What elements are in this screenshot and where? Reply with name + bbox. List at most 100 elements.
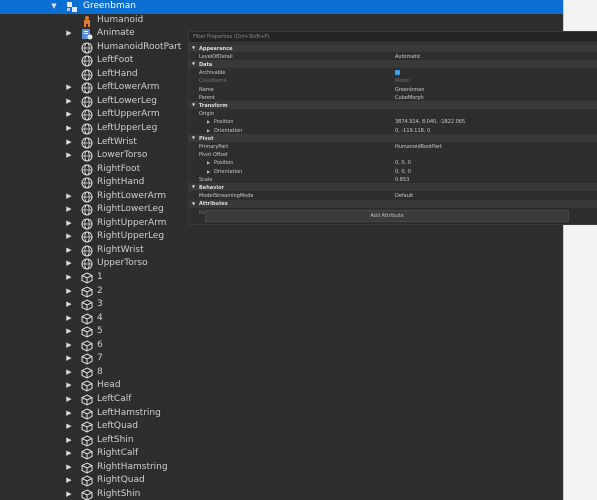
property-row[interactable]: ▶ Orientation 0, 0, 0 <box>189 167 597 175</box>
expand-arrow-icon[interactable]: ▶ <box>64 447 74 461</box>
property-value[interactable]: Model <box>395 78 410 84</box>
expand-arrow-icon[interactable]: ▶ <box>64 285 74 299</box>
explorer-item[interactable]: ▶ UpperTorso <box>0 257 563 271</box>
explorer-item[interactable]: ▶ 3 <box>0 298 563 312</box>
explorer-item[interactable]: ▶ LeftQuad <box>0 420 563 434</box>
expand-arrow-icon[interactable]: ▶ <box>64 271 74 285</box>
property-row[interactable]: Origin <box>189 110 597 118</box>
meshpart-icon <box>81 55 93 67</box>
collapse-caret-icon[interactable]: ▼ <box>192 201 195 206</box>
expand-caret-icon[interactable]: ▶ <box>207 169 210 174</box>
expand-arrow-icon[interactable]: ▶ <box>64 298 74 312</box>
expand-arrow-icon[interactable]: ▶ <box>64 325 74 339</box>
explorer-item[interactable]: ▶ 1 <box>0 271 563 285</box>
explorer-item[interactable]: Humanoid <box>0 14 563 28</box>
explorer-item[interactable]: ▶ RightCalf <box>0 447 563 461</box>
explorer-item[interactable]: ▶ 8 <box>0 366 563 380</box>
expand-arrow-icon[interactable]: ▶ <box>64 27 74 41</box>
expand-arrow-icon[interactable]: ▶ <box>64 488 74 500</box>
expand-caret-icon[interactable]: ▶ <box>207 119 210 124</box>
property-value[interactable]: 0, 0, 0 <box>395 169 411 175</box>
explorer-item[interactable]: ▶ RightWrist <box>0 244 563 258</box>
expand-arrow-icon[interactable]: ▶ <box>64 312 74 326</box>
property-row[interactable]: Pivot Offset <box>189 151 597 159</box>
expand-arrow-icon[interactable]: ▶ <box>64 352 74 366</box>
expand-arrow-icon[interactable]: ▶ <box>64 434 74 448</box>
expand-arrow-icon[interactable]: ▶ <box>64 149 74 163</box>
explorer-item[interactable]: ▶ 5 <box>0 325 563 339</box>
meshpart-icon <box>81 231 93 243</box>
expand-arrow-icon[interactable]: ▶ <box>64 190 74 204</box>
add-attribute-button[interactable]: Add Attribute <box>205 210 569 222</box>
property-value[interactable]: 0, -119.118, 0 <box>395 128 430 134</box>
explorer-root-row[interactable]: ▼ Greenbman <box>0 0 563 14</box>
property-row[interactable]: ▶ Position 3874.914, 8.040, -1822.065 <box>189 118 597 126</box>
property-row[interactable]: Parent CubeMorph <box>189 93 597 101</box>
explorer-item[interactable]: ▶ 2 <box>0 285 563 299</box>
property-row[interactable]: ▶ Orientation 0, -119.118, 0 <box>189 126 597 134</box>
explorer-item[interactable]: ▶ LeftCalf <box>0 393 563 407</box>
expand-arrow-icon[interactable]: ▶ <box>64 108 74 122</box>
property-value[interactable]: HumanoidRootPart <box>395 144 442 150</box>
expand-arrow-icon[interactable]: ▶ <box>64 257 74 271</box>
archivable-checkbox[interactable] <box>395 70 400 76</box>
property-row[interactable]: ClassName Model <box>189 77 597 85</box>
expand-arrow-icon[interactable]: ▶ <box>64 339 74 353</box>
property-value[interactable]: 0, 0, 0 <box>395 160 411 166</box>
property-row[interactable]: ▶ Position 0, 0, 0 <box>189 159 597 167</box>
explorer-item[interactable]: ▶ Head <box>0 379 563 393</box>
expand-arrow-icon[interactable]: ▶ <box>64 393 74 407</box>
explorer-item[interactable]: ▶ 6 <box>0 339 563 353</box>
property-row[interactable]: Name Greenbman <box>189 85 597 93</box>
property-value[interactable]: Default <box>395 193 413 199</box>
property-value[interactable]: 0.853 <box>395 177 409 183</box>
explorer-item[interactable]: ▶ LeftHamstring <box>0 407 563 421</box>
property-row[interactable]: LevelOfDetail Automatic <box>189 52 597 60</box>
explorer-item[interactable]: ▶ 7 <box>0 352 563 366</box>
properties-section-header[interactable]: ▼ Behavior <box>189 183 597 192</box>
explorer-item[interactable]: ▶ LeftShin <box>0 434 563 448</box>
expand-arrow-icon[interactable]: ▶ <box>64 379 74 393</box>
property-value[interactable]: 3874.914, 8.040, -1822.065 <box>395 119 465 125</box>
expand-arrow-icon[interactable]: ▶ <box>64 81 74 95</box>
expand-arrow-icon[interactable]: ▶ <box>64 203 74 217</box>
property-value[interactable]: CubeMorph <box>395 95 424 101</box>
properties-section-header[interactable]: ▼ Appearance <box>189 44 597 52</box>
explorer-item-label: RightCalf <box>97 448 139 459</box>
explorer-item[interactable]: ▶ RightUpperLeg <box>0 230 563 244</box>
collapse-caret-icon[interactable]: ▼ <box>192 61 195 66</box>
collapse-caret-icon[interactable]: ▼ <box>192 135 195 140</box>
expand-arrow-icon[interactable]: ▶ <box>64 217 74 231</box>
expand-arrow-icon[interactable]: ▶ <box>64 407 74 421</box>
properties-section-header[interactable]: ▼ Attributes <box>189 199 597 208</box>
expand-caret-icon[interactable]: ▶ <box>207 128 210 133</box>
property-row[interactable]: PrimaryPart HumanoidRootPart <box>189 142 597 150</box>
explorer-item[interactable]: ▶ RightShin <box>0 488 563 500</box>
collapse-caret-icon[interactable]: ▼ <box>192 184 195 189</box>
properties-filter-input[interactable]: Filter Properties (Ctrl+Shift+P) <box>189 32 597 43</box>
expand-arrow-icon[interactable]: ▶ <box>64 366 74 380</box>
properties-section-header[interactable]: ▼ Pivot <box>189 134 597 143</box>
expand-arrow-icon[interactable]: ▶ <box>64 230 74 244</box>
property-value[interactable]: Greenbman <box>395 87 424 93</box>
expand-arrow-icon[interactable]: ▶ <box>64 95 74 109</box>
expand-arrow-icon[interactable]: ▼ <box>49 0 59 14</box>
expand-caret-icon[interactable]: ▶ <box>207 160 210 165</box>
property-row[interactable]: ModelStreamingMode Default <box>189 192 597 200</box>
property-row[interactable]: Archivable <box>189 69 597 77</box>
explorer-item[interactable]: ▶ RightHamstring <box>0 461 563 475</box>
property-value[interactable]: Automatic <box>395 54 421 60</box>
expand-arrow-icon[interactable]: ▶ <box>64 136 74 150</box>
expand-arrow-icon[interactable]: ▶ <box>64 461 74 475</box>
expand-arrow-icon[interactable]: ▶ <box>64 244 74 258</box>
expand-arrow-icon[interactable]: ▶ <box>64 474 74 488</box>
properties-section-header[interactable]: ▼ Transform <box>189 101 597 110</box>
explorer-item[interactable]: ▶ 4 <box>0 312 563 326</box>
collapse-caret-icon[interactable]: ▼ <box>192 45 195 50</box>
expand-arrow-icon[interactable]: ▶ <box>64 122 74 136</box>
properties-section-header[interactable]: ▼ Data <box>189 60 597 69</box>
property-row[interactable]: Scale 0.853 <box>189 175 597 183</box>
expand-arrow-icon[interactable]: ▶ <box>64 420 74 434</box>
collapse-caret-icon[interactable]: ▼ <box>192 102 195 107</box>
explorer-item[interactable]: ▶ RightQuad <box>0 474 563 488</box>
